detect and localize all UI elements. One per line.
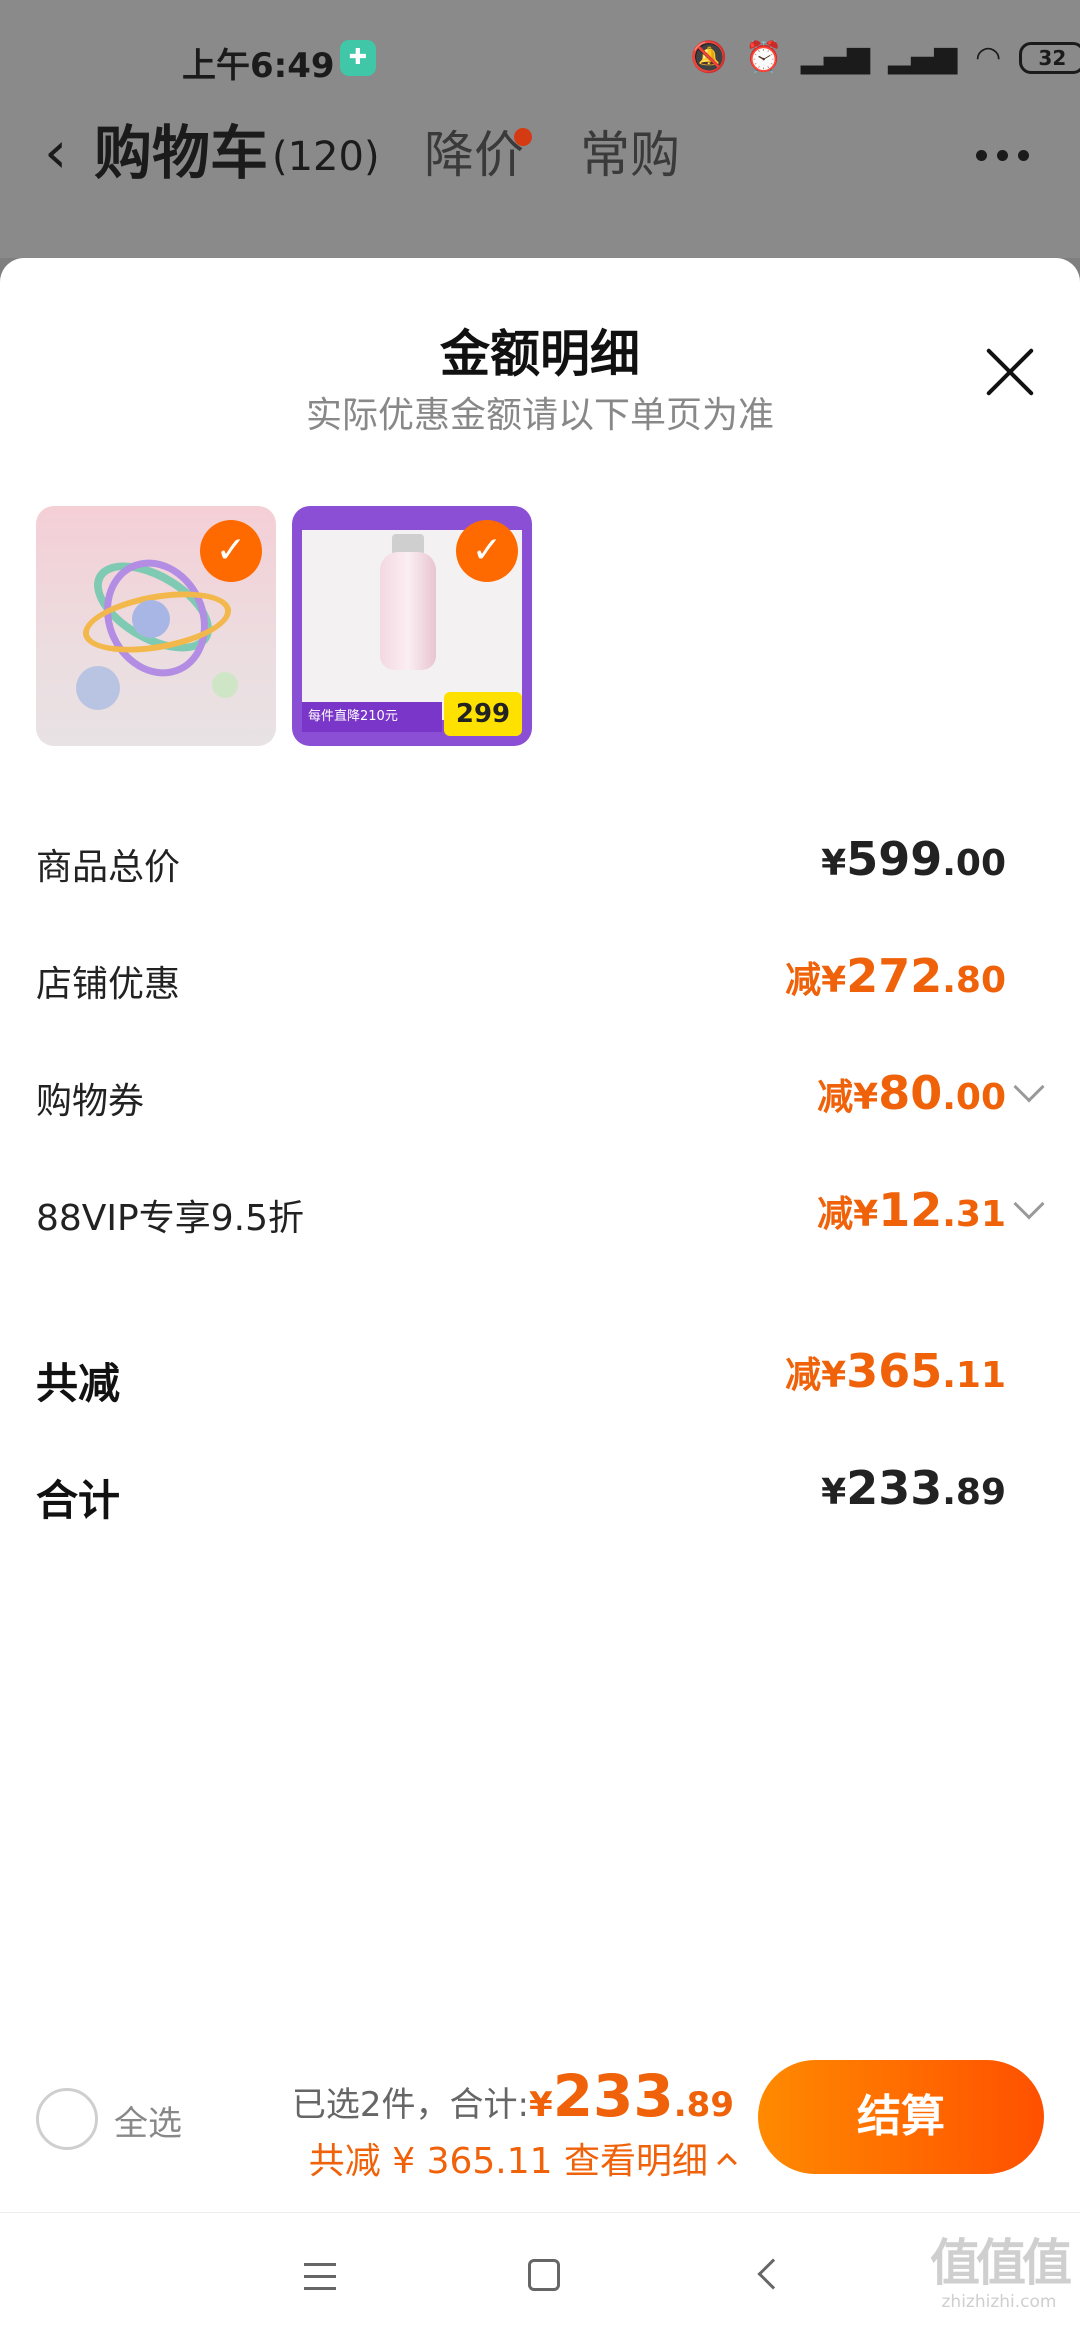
decorative-ball [76, 666, 120, 710]
row-value: 减¥272.80 [785, 949, 1006, 1003]
selected-text: 已选2件，合计: [291, 2085, 530, 2125]
row-label: 购物券 [36, 1081, 145, 1122]
tab-price-drop[interactable]: 降价 [424, 124, 524, 186]
signal-hd-icon: ▂▄▆ [887, 40, 958, 75]
checkout-button[interactable]: 结算 [758, 2060, 1044, 2174]
amount-rows: 商品总价 ¥599.00 店铺优惠 减¥272.80 购物券 减¥80.00 8… [36, 818, 1045, 1564]
chevron-down-icon[interactable] [1013, 1188, 1045, 1220]
sheet-title: 金额明细 [440, 325, 640, 383]
row-value: ¥233.89 [821, 1461, 1006, 1515]
tab-frequent[interactable]: 常购 [580, 124, 680, 186]
sheet-subtitle: 实际优惠金额请以下单页为准 [305, 395, 774, 436]
amount-detail-sheet: 金额明细 实际优惠金额请以下单页为准 ✓ 每件直降210元 299 ✓ 商品总价… [0, 258, 1080, 2340]
back-icon[interactable] [757, 2258, 789, 2290]
row-shop-discount: 店铺优惠 减¥272.80 [36, 935, 1044, 1052]
cart-count: (120) [272, 134, 380, 180]
checkmark-icon: ✓ [200, 520, 262, 582]
system-nav-bar: 值值值 zhizhizhi.com [0, 2212, 1080, 2340]
wifi-icon: ◠ [975, 40, 1002, 75]
promo-price: 299 [444, 692, 522, 736]
alarm-icon: ⏰ [745, 40, 783, 75]
close-icon[interactable] [982, 344, 1038, 400]
row-grand-total: 合计 ¥233.89 [36, 1447, 1044, 1564]
row-goods-total: 商品总价 ¥599.00 [36, 818, 1044, 935]
row-label: 合计 [36, 1476, 121, 1525]
watermark-url: zhizhizhi.com [941, 2292, 1057, 2312]
row-label: 共减 [36, 1359, 121, 1408]
chevron-down-icon[interactable] [1013, 1071, 1045, 1103]
status-time: 上午6:49 [182, 46, 335, 86]
watermark: 值值值 zhizhizhi.com [924, 2235, 1074, 2313]
view-details-link[interactable]: 共减 ¥ 365.11 查看明细 [308, 2132, 737, 2184]
notification-dot [514, 128, 532, 146]
status-bar: 上午6:49 ✚ 🔕 ⏰ ▂▄▆ ▂▄▆ ◠ 32 [0, 30, 1080, 90]
selected-summary: 已选2件，合计:¥233.89 [292, 2062, 734, 2130]
cart-nav-bar: ‹ 购物车 (120) 降价 常购 [0, 110, 1080, 200]
cart-header-background: 上午6:49 ✚ 🔕 ⏰ ▂▄▆ ▂▄▆ ◠ 32 ‹ 购物车 (120) 降价… [0, 0, 1080, 258]
menu-icon[interactable] [304, 2263, 336, 2299]
decorative-ball [212, 672, 238, 698]
more-icon[interactable] [976, 150, 1029, 161]
shield-icon: ✚ [340, 40, 376, 76]
checkout-bar: 全选 已选2件，合计:¥233.89 共减 ¥ 365.11 查看明细 结算 [0, 2040, 1080, 2210]
total-amount: ¥233.89 [529, 2062, 734, 2130]
signal-hd-icon: ▂▄▆ [800, 40, 870, 75]
page-title: 购物车 [94, 119, 269, 187]
promo-bar: 每件直降210元 [302, 702, 442, 732]
product-thumbnail-1[interactable]: ✓ [36, 506, 276, 746]
row-value: 减¥80.00 [817, 1066, 1045, 1120]
select-all-checkbox[interactable] [36, 2088, 98, 2150]
row-label: 店铺优惠 [36, 964, 181, 1005]
battery-icon: 32 [1019, 42, 1080, 74]
bell-off-icon: 🔕 [690, 40, 728, 75]
bottle-image [380, 552, 436, 670]
checkmark-icon: ✓ [456, 520, 518, 582]
row-label: 88VIP专享9.5折 [36, 1198, 305, 1239]
selected-items-thumbnails: ✓ 每件直降210元 299 ✓ [36, 506, 532, 746]
watermark-logo: 值值值 [930, 2234, 1072, 2292]
discount-text: 共减 ¥ 365.11 查看明细 [308, 2141, 708, 2182]
chevron-up-icon [717, 2153, 737, 2173]
row-88vip-discount[interactable]: 88VIP专享9.5折 减¥12.31 [36, 1169, 1045, 1286]
back-arrow-icon[interactable]: ‹ [44, 122, 67, 182]
row-value: ¥599.00 [821, 832, 1006, 886]
home-icon[interactable] [528, 2259, 560, 2291]
row-value: 减¥365.11 [785, 1344, 1006, 1398]
row-label: 商品总价 [36, 847, 181, 888]
status-icons: 🔕 ⏰ ▂▄▆ ▂▄▆ ◠ 32 [690, 36, 1080, 80]
select-all-label[interactable]: 全选 [114, 2096, 182, 2145]
product-thumbnail-2[interactable]: 每件直降210元 299 ✓ [292, 506, 532, 746]
row-value: 减¥12.31 [817, 1183, 1045, 1237]
decorative-ball [132, 600, 170, 638]
row-shopping-voucher[interactable]: 购物券 减¥80.00 [36, 1052, 1045, 1169]
row-total-discount: 共减 减¥365.11 [36, 1330, 1044, 1447]
